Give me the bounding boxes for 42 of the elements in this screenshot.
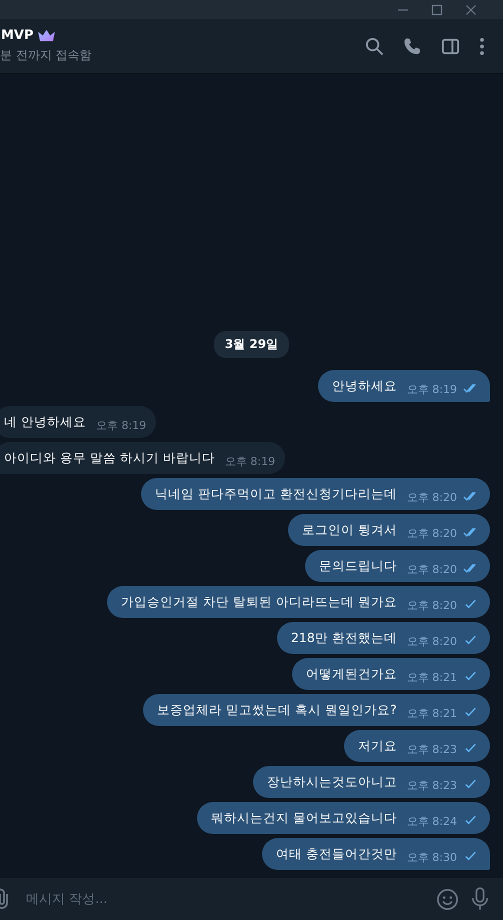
- message-time: 오후 8:19: [224, 454, 276, 468]
- message-text: 장난하시는것도아니고: [266, 774, 397, 790]
- message-text: 닉네임 판다주먹이고 환전신청기다리는데: [154, 486, 397, 502]
- message-time: 오후 8:23: [406, 742, 457, 756]
- message-text: 안녕하세요: [332, 378, 397, 394]
- message-text: 로그인이 튕겨서: [302, 522, 397, 538]
- message-time: 오후 8:23: [406, 778, 457, 792]
- message-text: 아이디와 용무 말씀 하시기 바랍니다: [4, 450, 215, 466]
- date-label: 3월 29일: [214, 331, 290, 358]
- message-time: 오후 8:30: [406, 850, 457, 864]
- close-icon[interactable]: [465, 4, 477, 16]
- message-text: 저기요: [358, 738, 397, 754]
- message-time: 오후 8:20: [406, 526, 457, 540]
- last-seen-status: 분 전까지 접속함: [0, 47, 92, 64]
- sidebar-toggle-icon[interactable]: [441, 36, 460, 56]
- emoji-icon[interactable]: [436, 888, 459, 910]
- attach-icon[interactable]: [0, 888, 10, 910]
- message-text: 가입승인거절 차단 탈퇴된 아디라뜨는데 뭔가요: [120, 594, 397, 610]
- message-text: 보증업체라 믿고썼는데 혹시 뭔일인가요?: [157, 702, 397, 718]
- maximize-icon[interactable]: [431, 4, 443, 16]
- message-time: 오후 8:24: [406, 814, 457, 828]
- message-time: 오후 8:19: [406, 382, 457, 396]
- microphone-icon[interactable]: [471, 887, 489, 911]
- message-text: 네 안녕하세요: [4, 414, 86, 430]
- search-icon[interactable]: [365, 36, 384, 56]
- message-text: 뭐하시는건지 물어보고있습니다: [210, 810, 397, 826]
- message-time: 오후 8:21: [406, 670, 457, 684]
- message-time: 오후 8:20: [406, 598, 457, 612]
- chat-name: MVP: [1, 28, 34, 43]
- message-text: 문의드립니다: [318, 558, 397, 574]
- message-text: 어떻게된건가요: [306, 666, 397, 682]
- message-composer[interactable]: 메시지 작성...: [0, 878, 503, 920]
- message-text: 218만 환전했는데: [290, 630, 397, 646]
- phone-icon[interactable]: [403, 36, 422, 56]
- message-time: 오후 8:20: [406, 562, 457, 576]
- message-time: 오후 8:19: [96, 418, 146, 432]
- more-icon[interactable]: [479, 36, 485, 56]
- message-text: 여태 충전들어간것만: [276, 846, 397, 862]
- crown-icon: [36, 29, 56, 42]
- message-time: 오후 8:20: [406, 490, 457, 504]
- message-time: 오후 8:21: [406, 706, 457, 720]
- message-time: 오후 8:20: [406, 634, 457, 648]
